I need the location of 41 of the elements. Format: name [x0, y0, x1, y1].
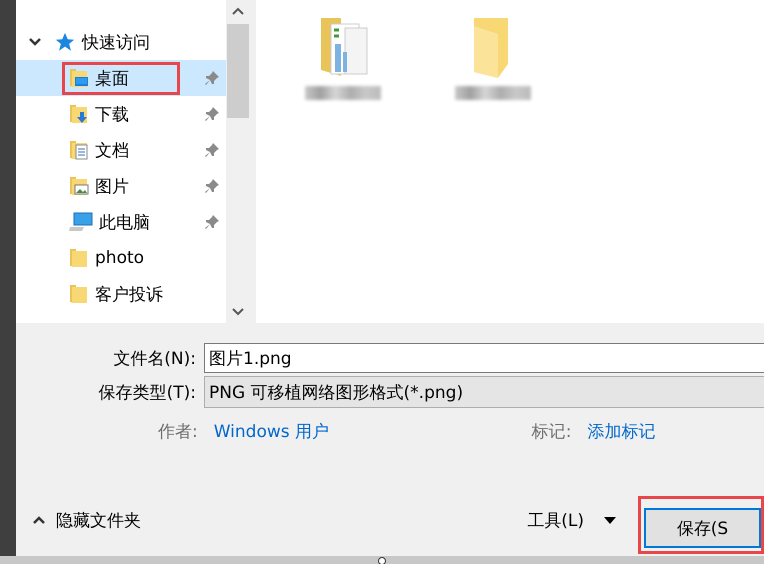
save-button[interactable]: 保存(S: [644, 508, 761, 548]
nav-item[interactable]: 图片: [16, 168, 226, 204]
scroll-up-icon[interactable]: [231, 6, 245, 16]
desktop-icon: [69, 67, 89, 89]
filename-label: 文件名(N):: [112, 348, 197, 370]
scroll-down-icon[interactable]: [231, 307, 245, 317]
folder-icon: [69, 283, 89, 305]
hide-folders-button[interactable]: 隐藏文件夹: [16, 508, 141, 532]
nav-item[interactable]: photo: [16, 240, 226, 276]
filetype-select[interactable]: PNG 可移植网络图形格式(*.png): [204, 376, 764, 408]
tools-button[interactable]: 工具(L): [527, 508, 616, 532]
nav-item[interactable]: 桌面: [16, 60, 226, 96]
chevron-down-icon[interactable]: [28, 37, 42, 47]
nav-item-label: 下载: [95, 104, 129, 126]
nav-item-label: 图片: [95, 176, 129, 198]
folder-icon: [69, 247, 89, 269]
nav-item-label: 桌面: [95, 68, 129, 90]
filename-input[interactable]: 图片1.png: [204, 343, 764, 373]
picture-icon: [69, 175, 89, 197]
nav-item-label: 此电脑: [99, 212, 150, 234]
filetype-label: 保存类型(T):: [98, 382, 197, 404]
quick-access-label[interactable]: 快速访问: [82, 30, 150, 54]
author-label: 作者:: [158, 421, 198, 443]
nav-item-label: photo: [95, 248, 144, 268]
add-tags-link[interactable]: 添加标记: [587, 420, 656, 443]
nav-item[interactable]: 此电脑: [16, 204, 226, 240]
nav-item-label: 客户投诉: [95, 284, 163, 306]
chevron-up-icon: [32, 515, 46, 525]
star-icon: [54, 31, 76, 53]
computer-icon: [69, 211, 93, 233]
scrollbar-thumb[interactable]: [227, 24, 249, 118]
resize-grip[interactable]: [378, 557, 386, 564]
nav-item[interactable]: 文档: [16, 132, 226, 168]
nav-item-label: 文档: [95, 140, 129, 162]
download-icon: [69, 103, 89, 125]
nav-item[interactable]: 下载: [16, 96, 226, 132]
document-icon: [69, 139, 89, 161]
tags-label: 标记:: [532, 421, 572, 443]
caret-icon: [604, 516, 616, 524]
nav-item[interactable]: 客户投诉: [16, 276, 226, 312]
author-link[interactable]: Windows 用户: [214, 420, 532, 443]
